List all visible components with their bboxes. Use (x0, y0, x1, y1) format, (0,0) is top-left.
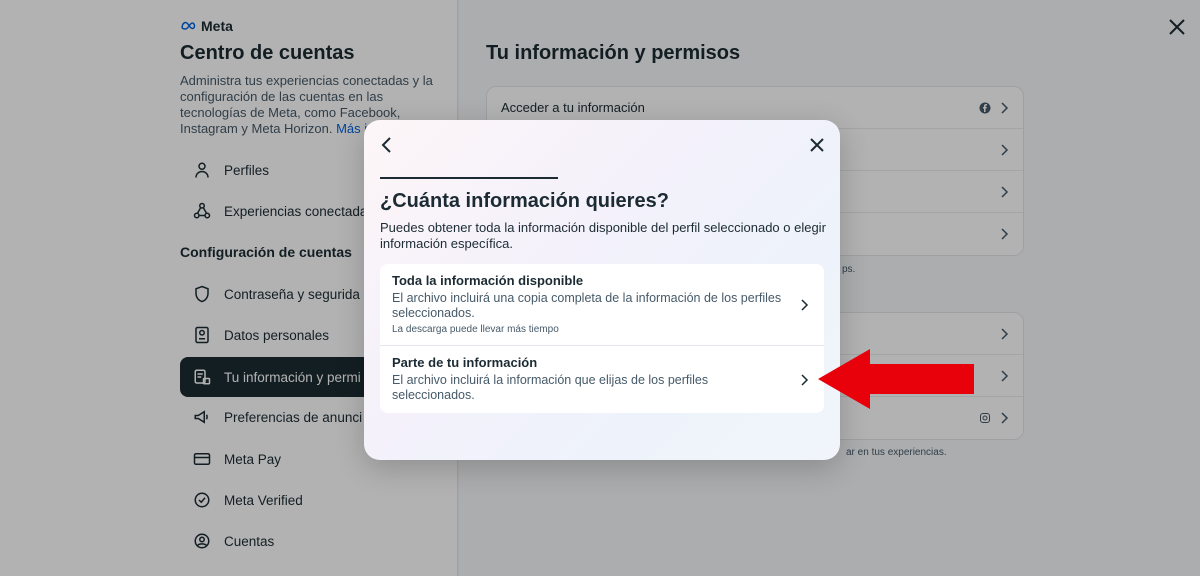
chevron-right-icon (801, 373, 809, 386)
info-amount-dialog: ¿Cuánta información quieres? Puedes obte… (364, 120, 840, 460)
dialog-title: ¿Cuánta información quieres? (380, 190, 669, 212)
option-description: El archivo incluirá la información que e… (392, 373, 709, 402)
option-title: Toda la información disponible (392, 273, 584, 288)
red-pointer-arrow-icon (818, 349, 974, 409)
chevron-right-icon (801, 298, 809, 311)
dialog-description: Puedes obtener toda la información dispo… (380, 220, 826, 251)
option-description: El archivo incluirá una copia completa d… (392, 291, 782, 320)
back-arrow-icon[interactable] (378, 136, 396, 154)
option-all-info[interactable]: Toda la información disponible El archiv… (380, 264, 824, 346)
option-part-info[interactable]: Parte de tu información El archivo inclu… (380, 346, 824, 413)
option-title: Parte de tu información (392, 355, 538, 370)
close-icon[interactable] (808, 136, 826, 154)
option-note: La descarga puede llevar más tiempo (392, 324, 559, 335)
options-list: Toda la información disponible El archiv… (380, 264, 824, 413)
step-progress-line (380, 177, 558, 179)
